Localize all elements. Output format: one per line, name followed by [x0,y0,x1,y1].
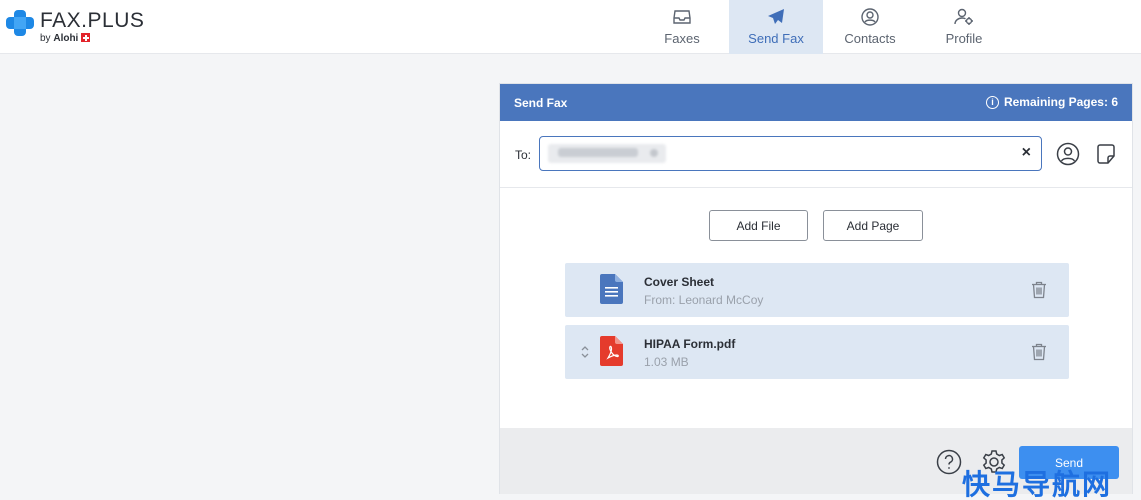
watermark-text: 快马导航网 [962,468,1113,500]
file-name: Cover Sheet [644,275,715,289]
trash-icon[interactable] [1031,281,1047,299]
pdf-icon [600,336,623,366]
recipient-chip-text [558,148,638,157]
nav-contacts[interactable]: Contacts [823,0,917,54]
nav-contacts-label: Contacts [844,31,896,46]
brand-name: FAX.PLUS [40,9,145,32]
nav-send-fax-label: Send Fax [748,31,804,46]
cover-note-icon[interactable] [1094,142,1118,166]
main-nav: Faxes Send Fax Contacts Profile [635,0,1011,54]
remaining-pages-text: Remaining Pages: 6 [1003,95,1118,109]
file-name: HIPAA Form.pdf [644,337,736,351]
add-page-button[interactable]: Add Page [823,210,923,241]
nav-profile-label: Profile [945,31,983,46]
file-size: 1.03 MB [644,355,689,369]
nav-faxes[interactable]: Faxes [635,0,729,54]
panel-title: Send Fax [514,96,568,110]
trash-icon[interactable] [1031,343,1047,361]
file-subtitle: From: Leonard McCoy [644,293,764,307]
help-icon[interactable] [936,449,962,475]
select-contact-icon[interactable] [1056,142,1080,166]
remaining-pages: i Remaining Pages: 6 [985,95,1118,109]
recipient-row: To: × [500,121,1132,188]
brand-byline: by Alohi [40,33,91,44]
recipient-chip[interactable] [548,144,666,163]
inbox-icon [673,10,691,24]
swiss-flag-icon [81,33,91,42]
fax-plus-logo-icon [6,10,34,36]
panel-header: Send Fax i Remaining Pages: 6 [500,84,1132,121]
clear-recipients-button[interactable]: × [1022,144,1031,162]
info-icon: i [985,95,999,109]
file-item-cover-sheet[interactable]: Cover Sheet From: Leonard McCoy [565,263,1069,317]
send-fax-panel: Send Fax i Remaining Pages: 6 To: × Add … [499,83,1133,494]
nav-faxes-label: Faxes [664,31,700,46]
brand-by: by [40,33,51,44]
user-settings-icon [954,8,973,25]
recipient-input[interactable]: × [539,136,1042,171]
add-file-button[interactable]: Add File [709,210,808,241]
drag-handle-icon[interactable] [580,345,590,359]
top-bar: FAX.PLUS by Alohi Faxes Send Fax Contact… [0,0,1141,54]
paper-plane-icon [768,9,784,24]
nav-profile[interactable]: Profile [917,0,1011,54]
chip-remove-icon[interactable] [650,149,658,157]
to-label: To: [515,148,532,162]
nav-send-fax[interactable]: Send Fax [729,0,823,54]
document-icon [600,274,623,304]
user-circle-icon [861,8,879,26]
file-item-hipaa-form[interactable]: HIPAA Form.pdf 1.03 MB [565,325,1069,379]
brand-company: Alohi [53,33,79,44]
